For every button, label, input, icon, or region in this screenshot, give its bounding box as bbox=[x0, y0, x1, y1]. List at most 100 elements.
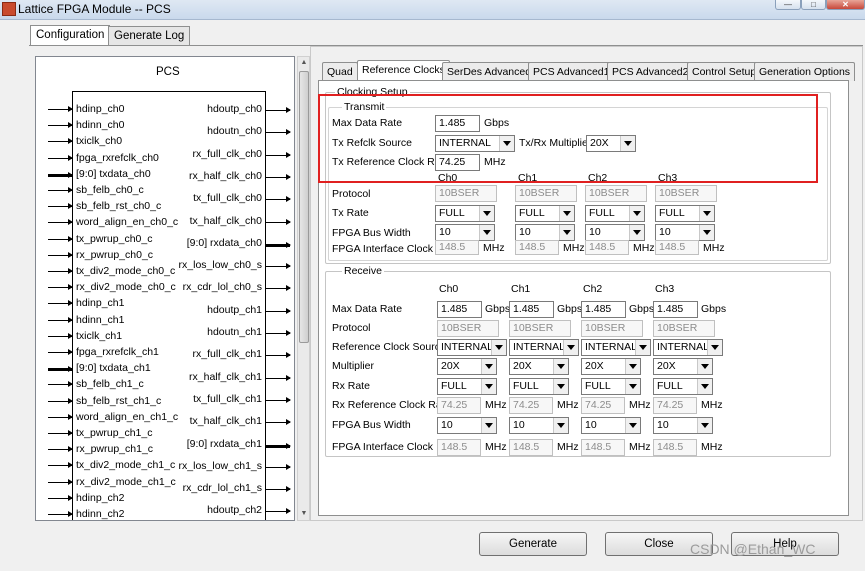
input-port-label: tx_pwrup_ch1_c bbox=[76, 427, 153, 439]
port-arrow-icon bbox=[266, 508, 291, 515]
output-port-label: hdoutp_ch2 bbox=[207, 504, 262, 517]
rx-ref-clock-source-select[interactable]: INTERNAL bbox=[437, 339, 507, 356]
chevron-down-icon[interactable] bbox=[629, 206, 644, 221]
output-port-label: rx_half_clk_ch0 bbox=[189, 169, 262, 182]
tab-generate-log[interactable]: Generate Log bbox=[108, 26, 191, 46]
chevron-down-icon[interactable] bbox=[699, 206, 714, 221]
rx-ref-clock-source-select[interactable]: INTERNAL bbox=[653, 339, 723, 356]
input-port-label: fpga_rxrefclk_ch0 bbox=[76, 151, 159, 164]
close-window-button[interactable]: ✕ bbox=[826, 0, 865, 10]
tab-control-setup[interactable]: Control Setup bbox=[687, 62, 762, 81]
rx-rate-select[interactable]: FULL bbox=[509, 378, 569, 395]
tx-bus-width-select[interactable]: 10 bbox=[585, 224, 645, 241]
rx-multiplier-select[interactable]: 20X bbox=[653, 358, 713, 375]
tx-rate-select-value: FULL bbox=[589, 207, 615, 219]
tab-configuration[interactable]: Configuration bbox=[30, 25, 111, 46]
rx-multiplier-select[interactable]: 20X bbox=[581, 358, 641, 375]
chevron-down-icon[interactable] bbox=[629, 225, 644, 240]
minimize-button[interactable]: — bbox=[775, 0, 801, 10]
tx-rate-select[interactable]: FULL bbox=[585, 205, 645, 222]
port-arrow-icon bbox=[266, 442, 291, 449]
rx-max-data-rate-label: Max Data Rate bbox=[332, 303, 403, 315]
chevron-down-icon[interactable] bbox=[697, 359, 712, 374]
tx-rate-select[interactable]: FULL bbox=[515, 205, 575, 222]
tx-rate-select-value: FULL bbox=[439, 207, 465, 219]
rx-ref-clock-rate-field: 74.25 bbox=[653, 397, 697, 414]
rx-max-data-rate-input[interactable]: 1.485 bbox=[509, 301, 554, 318]
chevron-down-icon[interactable] bbox=[491, 340, 506, 355]
chevron-down-icon[interactable] bbox=[697, 379, 712, 394]
rx-rate-select-value: FULL bbox=[585, 380, 611, 392]
scrollbar-thumb[interactable] bbox=[299, 71, 309, 343]
rx-bus-width-select[interactable]: 10 bbox=[581, 417, 641, 434]
chevron-down-icon[interactable] bbox=[481, 379, 496, 394]
port-arrow-icon bbox=[48, 154, 73, 161]
chevron-down-icon[interactable] bbox=[635, 340, 650, 355]
port-arrow-icon bbox=[48, 300, 73, 307]
rx-ref-clock-source-select[interactable]: INTERNAL bbox=[581, 339, 651, 356]
chevron-down-icon[interactable] bbox=[553, 418, 568, 433]
rx-bus-width-select[interactable]: 10 bbox=[653, 417, 713, 434]
input-port-label: txiclk_ch0 bbox=[76, 135, 123, 148]
chevron-down-icon[interactable] bbox=[481, 418, 496, 433]
tab-reference-clocks[interactable]: Reference Clocks bbox=[357, 60, 450, 81]
output-port-label: hdoutp_ch0 bbox=[207, 103, 262, 115]
chevron-down-icon[interactable] bbox=[699, 225, 714, 240]
port-arrow-icon bbox=[266, 307, 291, 314]
chevron-down-icon[interactable] bbox=[563, 340, 578, 355]
rx-ref-clock-source-select[interactable]: INTERNAL bbox=[509, 339, 579, 356]
rx-multiplier-select[interactable]: 20X bbox=[437, 358, 497, 375]
tab-pcs-advanced1[interactable]: PCS Advanced1 bbox=[528, 62, 615, 81]
chevron-down-icon[interactable] bbox=[625, 418, 640, 433]
port-arrow-icon bbox=[48, 235, 73, 242]
port-arrow-icon bbox=[266, 129, 291, 136]
input-port-label: [9:0] txdata_ch0 bbox=[76, 167, 151, 180]
port-arrow-icon bbox=[48, 122, 73, 129]
chevron-down-icon[interactable] bbox=[707, 340, 722, 355]
port-arrow-icon bbox=[48, 284, 73, 291]
scroll-down-icon[interactable]: ▼ bbox=[299, 509, 309, 519]
rx-bus-width-select[interactable]: 10 bbox=[437, 417, 497, 434]
generate-button[interactable]: Generate bbox=[479, 532, 587, 556]
input-port-label: fpga_rxrefclk_ch1 bbox=[76, 346, 159, 358]
tx-bus-width-select[interactable]: 10 bbox=[435, 224, 495, 241]
chevron-down-icon[interactable] bbox=[481, 359, 496, 374]
tab-quad[interactable]: Quad bbox=[322, 62, 358, 81]
rx-max-data-rate-input[interactable]: 1.485 bbox=[653, 301, 698, 318]
rx-rate-select[interactable]: FULL bbox=[581, 378, 641, 395]
chevron-down-icon[interactable] bbox=[625, 379, 640, 394]
rx-max-data-rate-input[interactable]: 1.485 bbox=[581, 301, 626, 318]
tx-interface-clock-field: 148.5 bbox=[435, 240, 479, 255]
rx-multiplier-select[interactable]: 20X bbox=[509, 358, 569, 375]
rx-rate-select[interactable]: FULL bbox=[437, 378, 497, 395]
rx-max-data-rate-input[interactable]: 1.485 bbox=[437, 301, 482, 318]
chevron-down-icon[interactable] bbox=[625, 359, 640, 374]
rx-rate-select[interactable]: FULL bbox=[653, 378, 713, 395]
tx-protocol-label: Protocol bbox=[332, 188, 371, 200]
rx-bus-width-select[interactable]: 10 bbox=[509, 417, 569, 434]
rx-bus-width-select-value: 10 bbox=[441, 419, 453, 431]
port-arrow-icon bbox=[48, 430, 73, 436]
chevron-down-icon[interactable] bbox=[479, 206, 494, 221]
maximize-button[interactable]: □ bbox=[801, 0, 826, 10]
chevron-down-icon[interactable] bbox=[553, 379, 568, 394]
tab-serdes-advanced[interactable]: SerDes Advanced bbox=[442, 62, 537, 81]
chevron-down-icon[interactable] bbox=[697, 418, 712, 433]
diagram-scrollbar[interactable]: ▲ ▼ bbox=[297, 56, 310, 521]
chevron-down-icon[interactable] bbox=[553, 359, 568, 374]
tx-bus-width-select[interactable]: 10 bbox=[655, 224, 715, 241]
tab-generation-options[interactable]: Generation Options bbox=[754, 62, 856, 81]
port-arrow-icon bbox=[48, 268, 73, 274]
chevron-down-icon[interactable] bbox=[559, 206, 574, 221]
output-port-label: rx_half_clk_ch1 bbox=[189, 370, 262, 383]
tx-bus-width-select[interactable]: 10 bbox=[515, 224, 575, 241]
rx-multiplier-select-value: 20X bbox=[657, 360, 676, 372]
receive-legend: Receive bbox=[342, 265, 384, 277]
tab-pcs-advanced2[interactable]: PCS Advanced2 bbox=[607, 62, 694, 81]
tx-rate-select[interactable]: FULL bbox=[435, 205, 495, 222]
scroll-up-icon[interactable]: ▲ bbox=[299, 58, 309, 68]
port-arrow-icon bbox=[48, 332, 73, 339]
tx-rate-select[interactable]: FULL bbox=[655, 205, 715, 222]
chevron-down-icon[interactable] bbox=[559, 225, 574, 240]
chevron-down-icon[interactable] bbox=[479, 225, 494, 240]
